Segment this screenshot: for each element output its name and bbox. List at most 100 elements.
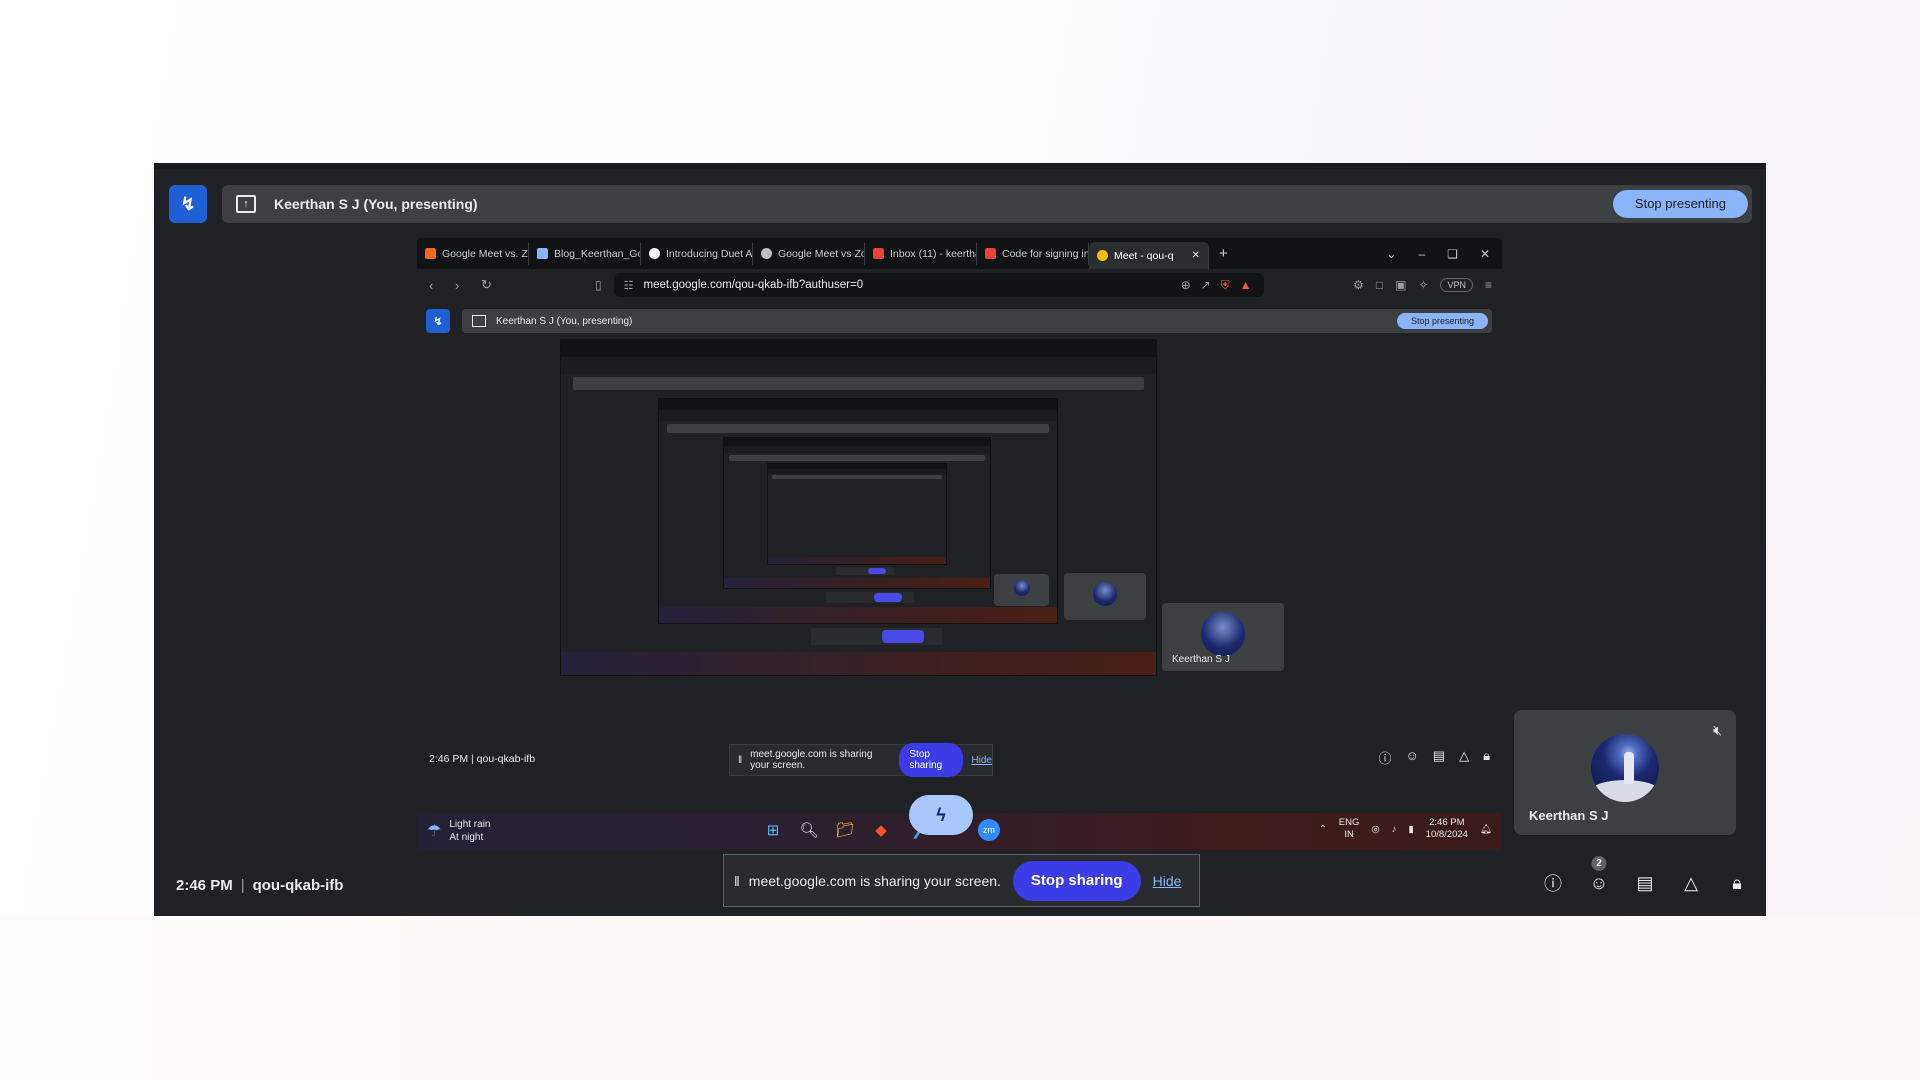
url-text: meet.google.com/qou-qkab-ifb?authuser=0	[643, 279, 864, 291]
recursive-screen-thumbnail	[723, 437, 991, 589]
language-indicator[interactable]: ENG IN	[1339, 817, 1360, 842]
browser-tab[interactable]: Inbox (11) - keerthan	[865, 242, 977, 265]
taskbar-datetime[interactable]: 2:46 PM 10/8/2024	[1426, 817, 1468, 842]
leo-ai-icon[interactable]: ✧	[1418, 278, 1428, 292]
chat-button[interactable]: ▤	[1634, 872, 1656, 894]
extensions-icon[interactable]: ⚙	[1353, 278, 1364, 292]
browser-tab[interactable]: Google Meet vs Zoom	[753, 242, 865, 265]
inner-presenting-banner: Keerthan S J (You, presenting) Stop pres…	[462, 309, 1492, 333]
inner-stop-presenting-button[interactable]: Stop presenting	[1396, 313, 1488, 329]
blogger-icon	[425, 248, 436, 259]
sharing-status-text: meet.google.com is sharing your screen.	[748, 872, 1001, 889]
inner-sharing-text: meet.google.com is sharing your screen.	[750, 749, 873, 771]
system-tray: ⌃ ENG IN ◎ ♪ ▮ 2:46 PM 10/8/2024 🔔︎	[1319, 817, 1492, 842]
activities-icon: △	[1684, 872, 1698, 893]
stop-presenting-button[interactable]: Stop presenting	[1612, 190, 1748, 218]
search-icon[interactable]: 🔍︎	[798, 819, 820, 841]
browser-tab-active[interactable]: Meet - qou-q ✕	[1089, 242, 1209, 269]
meeting-details-button[interactable]: ⓘ	[1542, 872, 1564, 894]
activities-button[interactable]: △	[1680, 872, 1702, 894]
bookmark-icon[interactable]: ▯	[595, 278, 602, 292]
browser-extensions: ⚙ □ ▣ ✧ VPN ≡	[1353, 278, 1502, 292]
tab-search-icon[interactable]: ⌄	[1386, 247, 1396, 261]
sidebar-icon[interactable]: □	[1376, 278, 1383, 292]
participant-name: Keerthan S J	[1529, 808, 1609, 823]
inner-sharing-banner: ‖ meet.google.com is sharing your screen…	[729, 743, 993, 777]
inner-clock: 2:46 PM | qou-qkab-ifb	[429, 753, 536, 765]
people-button[interactable]: 2 ☺	[1588, 856, 1610, 894]
share-icon[interactable]: ↗	[1201, 278, 1211, 293]
wifi-icon[interactable]: ◎	[1371, 824, 1379, 835]
host-controls-button[interactable]: 🔒︎	[1726, 872, 1748, 894]
wallet-icon[interactable]: ▣	[1395, 278, 1406, 292]
activities-icon[interactable]: △	[1459, 748, 1469, 767]
inner-presentation-logo: ↯	[426, 309, 450, 333]
chevron-up-icon[interactable]: ⌃	[1319, 824, 1327, 835]
inner-meeting-controls: ⓘ ☺ ▤ △ 🔒︎	[1378, 748, 1490, 767]
chat-icon[interactable]: ▤	[1433, 748, 1445, 767]
weather-subtitle: At night	[449, 831, 484, 843]
hide-link[interactable]: Hide	[1153, 873, 1182, 889]
page-background	[0, 916, 1920, 1080]
host-controls-icon[interactable]: 🔒︎	[1483, 748, 1490, 767]
browser-tab-strip: Google Meet vs. Zoom Blog_Keerthan_Goog …	[417, 238, 1502, 269]
docs-icon	[537, 248, 548, 259]
pause-icon: ‖	[738, 754, 743, 766]
brave-browser-icon[interactable]: ◆	[870, 819, 892, 841]
presentation-logo: ↯	[169, 185, 207, 223]
url-field[interactable]: ☷ meet.google.com/qou-qkab-ifb?authuser=…	[613, 273, 1264, 297]
minimize-icon[interactable]: –	[1418, 247, 1425, 261]
meeting-controls: ⓘ 2 ☺ ▤ △ 🔒︎	[1542, 856, 1748, 894]
notification-bell-icon[interactable]: 🔔︎	[1480, 824, 1492, 835]
recursive-screen-thumbnail	[658, 398, 1058, 624]
browser-tab[interactable]: Google Meet vs. Zoom	[417, 242, 529, 265]
info-icon[interactable]: ⓘ	[1378, 748, 1391, 767]
zoom-app-icon[interactable]: zm	[978, 819, 1000, 841]
self-participant-tile[interactable]: 🔇︎ Keerthan S J	[1514, 710, 1736, 835]
top-strip	[154, 163, 1766, 169]
weather-widget[interactable]: ☂ Light rain At night	[427, 819, 490, 844]
new-tab-button[interactable]: +	[1219, 245, 1228, 262]
tab-label: Inbox (11) - keerthan	[890, 247, 976, 260]
inner-hide-link[interactable]: Hide	[971, 755, 992, 766]
menu-icon[interactable]: ≡	[1485, 278, 1492, 292]
tab-label: Blog_Keerthan_Goog	[554, 247, 640, 260]
brave-shields-icon[interactable]: ⛨	[1221, 278, 1230, 293]
battery-icon[interactable]: ▮	[1408, 824, 1413, 835]
reload-icon[interactable]: ↻	[481, 277, 495, 293]
recursive-screen-thumbnail	[560, 339, 1157, 676]
people-icon[interactable]: ☺	[1406, 748, 1419, 767]
tab-label: Google Meet vs Zoom	[778, 247, 864, 260]
recursive-screen-thumbnail	[767, 463, 947, 565]
windows-start-icon[interactable]: ⊞	[762, 819, 784, 841]
back-icon[interactable]: ‹	[429, 278, 443, 293]
presenting-label: Keerthan S J (You, presenting)	[274, 196, 478, 212]
people-icon: ☺	[1589, 872, 1609, 893]
screen-share-bubble[interactable]: ϟ	[909, 795, 973, 835]
volume-icon[interactable]: ♪	[1392, 824, 1397, 835]
participant-tile-thumb	[1064, 573, 1146, 620]
inner-stop-sharing-button[interactable]: Stop sharing	[899, 743, 964, 777]
close-window-icon[interactable]: ✕	[1480, 247, 1490, 261]
stop-sharing-button[interactable]: Stop sharing	[1012, 860, 1141, 901]
zoom-icon[interactable]: ⊕	[1181, 278, 1191, 293]
vpn-button[interactable]: VPN	[1440, 278, 1473, 292]
tab-label: Code for signing in t	[1002, 247, 1089, 260]
avatar	[1591, 733, 1659, 802]
tab-label: Introducing Duet AI	[666, 247, 753, 260]
close-tab-icon[interactable]: ✕	[1192, 250, 1200, 261]
browser-tab[interactable]: Blog_Keerthan_Goog	[529, 242, 641, 265]
tab-label: Meet - qou-q	[1114, 249, 1174, 262]
browser-tab[interactable]: Code for signing in t	[977, 242, 1089, 265]
restore-icon[interactable]: ❏	[1447, 247, 1458, 261]
mic-off-icon: 🔇︎	[1713, 722, 1722, 738]
meeting-code: qou-qkab-ifb	[252, 877, 344, 894]
current-time: 2:46 PM	[176, 877, 233, 894]
participant-tile-thumb	[994, 574, 1049, 606]
file-explorer-icon[interactable]: 📁︎	[834, 819, 856, 841]
pen-swirl-icon: ↯	[180, 193, 196, 214]
forward-icon[interactable]: ›	[455, 278, 469, 293]
browser-tab[interactable]: Introducing Duet AI	[641, 242, 753, 265]
site-settings-icon[interactable]: ☷	[624, 279, 634, 292]
brave-rewards-icon[interactable]: ▲	[1240, 278, 1252, 293]
